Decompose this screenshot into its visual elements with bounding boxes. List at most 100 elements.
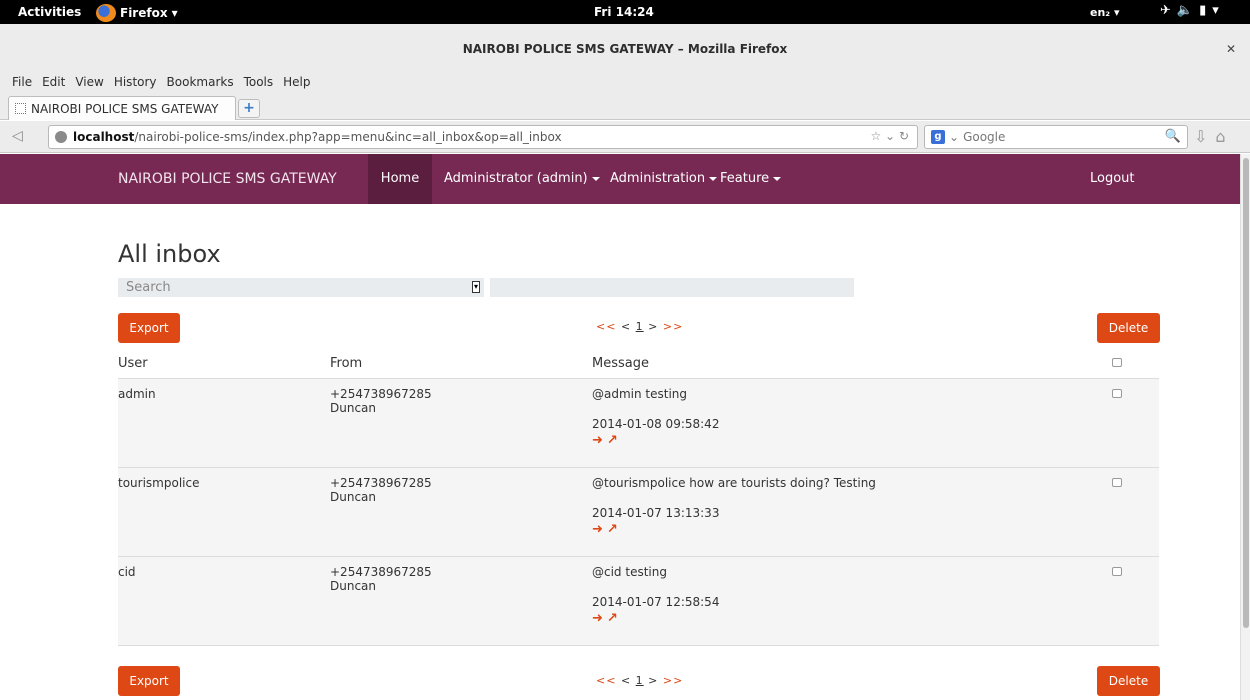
brand-link[interactable]: NAIROBI POLICE SMS GATEWAY xyxy=(118,171,337,187)
forward-icon[interactable]: ↗ xyxy=(607,522,622,537)
search-icon[interactable]: 🔍 xyxy=(1165,129,1181,144)
nav-logout[interactable]: Logout xyxy=(1090,171,1135,186)
toolbar-buttons[interactable]: ⇩⌂ xyxy=(1194,127,1234,146)
nav-feature[interactable]: Feature xyxy=(720,171,782,186)
pagination-bottom: << < 1 > >> xyxy=(596,674,683,687)
pager-last[interactable]: >> xyxy=(663,674,683,687)
browser-menu-bar: File Edit View History Bookmarks Tools H… xyxy=(0,70,1250,94)
delete-button-bottom[interactable]: Delete xyxy=(1097,666,1160,696)
column-header-user[interactable]: User xyxy=(118,354,330,379)
select-cell xyxy=(1112,467,1159,557)
pager-prev[interactable]: < xyxy=(621,674,631,687)
reload-icon[interactable]: ↻ xyxy=(899,129,909,143)
search-bar[interactable]: g ⌄ Google 🔍 xyxy=(924,125,1188,149)
search-engine-dropdown-icon[interactable]: ⌄ xyxy=(949,130,959,144)
tab-strip: NAIROBI POLICE SMS GATEWAY + xyxy=(0,94,1250,120)
nav-administrator[interactable]: Administrator (admin) xyxy=(444,171,600,186)
export-button-bottom[interactable]: Export xyxy=(118,666,180,696)
app-menu[interactable]: Firefox ▾ xyxy=(96,4,178,22)
system-top-bar: Activities Firefox ▾ Fri 14:24 en₂ ▾ ✈🔈▮… xyxy=(0,0,1250,24)
scrollbar-thumb[interactable] xyxy=(1243,158,1249,628)
search-placeholder: Google xyxy=(963,130,1006,144)
site-identity-icon[interactable] xyxy=(55,131,67,143)
message-cell: @cid testing 2014-01-07 12:58:54 ➜↗ xyxy=(592,556,1112,646)
download-icon[interactable]: ⇩ xyxy=(1194,127,1215,146)
select-cell xyxy=(1112,556,1159,646)
pager-first[interactable]: << xyxy=(596,674,616,687)
row-checkbox[interactable] xyxy=(1112,566,1122,576)
back-arrow-icon[interactable]: ◁ xyxy=(12,128,23,144)
search-input[interactable] xyxy=(490,278,854,297)
message-actions: ➜↗ xyxy=(592,611,1112,626)
message-cell: @tourismpolice how are tourists doing? T… xyxy=(592,467,1112,557)
forward-icon[interactable]: ↗ xyxy=(607,433,622,448)
page-scrollbar[interactable] xyxy=(1240,154,1250,700)
nav-home[interactable]: Home xyxy=(368,154,432,204)
home-icon[interactable]: ⌂ xyxy=(1215,127,1233,146)
table-header-row: User From Message xyxy=(118,354,1159,379)
delete-button[interactable]: Delete xyxy=(1097,313,1160,343)
nav-administration[interactable]: Administration xyxy=(610,171,718,186)
menu-history[interactable]: History xyxy=(114,75,157,89)
row-checkbox[interactable] xyxy=(1112,477,1122,487)
pager-last[interactable]: >> xyxy=(663,320,683,333)
app-navbar: NAIROBI POLICE SMS GATEWAY Home Administ… xyxy=(0,154,1240,204)
export-button[interactable]: Export xyxy=(118,313,180,343)
app-menu-label: Firefox xyxy=(120,6,168,20)
reply-icon[interactable]: ➜ xyxy=(592,433,607,448)
chevron-down-icon: ▾ xyxy=(171,6,178,20)
forward-icon[interactable]: ↗ xyxy=(607,611,622,626)
menu-help[interactable]: Help xyxy=(283,75,310,89)
user-cell: cid xyxy=(118,556,330,646)
column-header-from[interactable]: From xyxy=(330,354,592,379)
select-all-checkbox[interactable] xyxy=(1112,358,1122,367)
select-arrow-icon[interactable]: ▾ xyxy=(472,281,480,293)
column-header-message[interactable]: Message xyxy=(592,354,1112,379)
browser-tab[interactable]: NAIROBI POLICE SMS GATEWAY xyxy=(8,96,236,120)
message-datetime: 2014-01-08 09:58:42 xyxy=(592,416,720,431)
clock[interactable]: Fri 14:24 xyxy=(594,5,654,19)
caret-down-icon xyxy=(773,176,782,181)
pager-next[interactable]: > xyxy=(648,320,658,333)
bookmark-star-icon[interactable]: ☆ xyxy=(870,129,881,143)
menu-bookmarks[interactable]: Bookmarks xyxy=(167,75,234,89)
battery-icon: ▮ xyxy=(1199,3,1213,18)
new-tab-button[interactable]: + xyxy=(238,99,260,118)
from-name: Duncan xyxy=(330,400,377,415)
menu-view[interactable]: View xyxy=(75,75,103,89)
menu-tools[interactable]: Tools xyxy=(244,75,274,89)
url-bar[interactable]: localhost/nairobi-police-sms/index.php?a… xyxy=(48,125,918,149)
google-engine-icon[interactable]: g xyxy=(931,130,945,144)
window-titlebar: NAIROBI POLICE SMS GATEWAY – Mozilla Fir… xyxy=(0,24,1250,70)
system-status-area[interactable]: ✈🔈▮▾ xyxy=(1160,3,1225,18)
pager-first[interactable]: << xyxy=(596,320,616,333)
activities-button[interactable]: Activities xyxy=(18,5,81,19)
pager-next[interactable]: > xyxy=(648,674,658,687)
pager-current-page[interactable]: 1 xyxy=(636,674,644,687)
from-cell: +254738967285 Duncan xyxy=(330,556,592,646)
message-datetime: 2014-01-07 13:13:33 xyxy=(592,505,720,520)
search-field-select[interactable]: Search ▾ xyxy=(118,278,484,297)
keyboard-layout-indicator[interactable]: en₂ ▾ xyxy=(1090,6,1119,19)
menu-edit[interactable]: Edit xyxy=(42,75,65,89)
row-checkbox[interactable] xyxy=(1112,388,1122,398)
pager-current-page[interactable]: 1 xyxy=(636,320,644,333)
from-name: Duncan xyxy=(330,578,377,593)
menu-file[interactable]: File xyxy=(12,75,32,89)
web-page: NAIROBI POLICE SMS GATEWAY Home Administ… xyxy=(0,154,1240,700)
reply-icon[interactable]: ➜ xyxy=(592,522,607,537)
close-window-icon[interactable]: ✕ xyxy=(1226,42,1236,56)
select-cell xyxy=(1112,378,1159,468)
dropdown-arrow-icon[interactable]: ⌄ xyxy=(885,129,895,143)
message-cell: @admin testing 2014-01-08 09:58:42 ➜↗ xyxy=(592,378,1112,468)
message-actions: ➜↗ xyxy=(592,433,1112,448)
message-actions: ➜↗ xyxy=(592,522,1112,537)
pager-prev[interactable]: < xyxy=(621,320,631,333)
pagination-top: << < 1 > >> xyxy=(596,320,683,333)
from-cell: +254738967285 Duncan xyxy=(330,467,592,557)
message-datetime: 2014-01-07 12:58:54 xyxy=(592,594,720,609)
url-bar-actions[interactable]: ☆ ⌄ ↻ xyxy=(870,129,909,143)
url-host: localhost xyxy=(73,130,135,144)
reply-icon[interactable]: ➜ xyxy=(592,611,607,626)
from-number: +254738967285 xyxy=(330,475,432,490)
